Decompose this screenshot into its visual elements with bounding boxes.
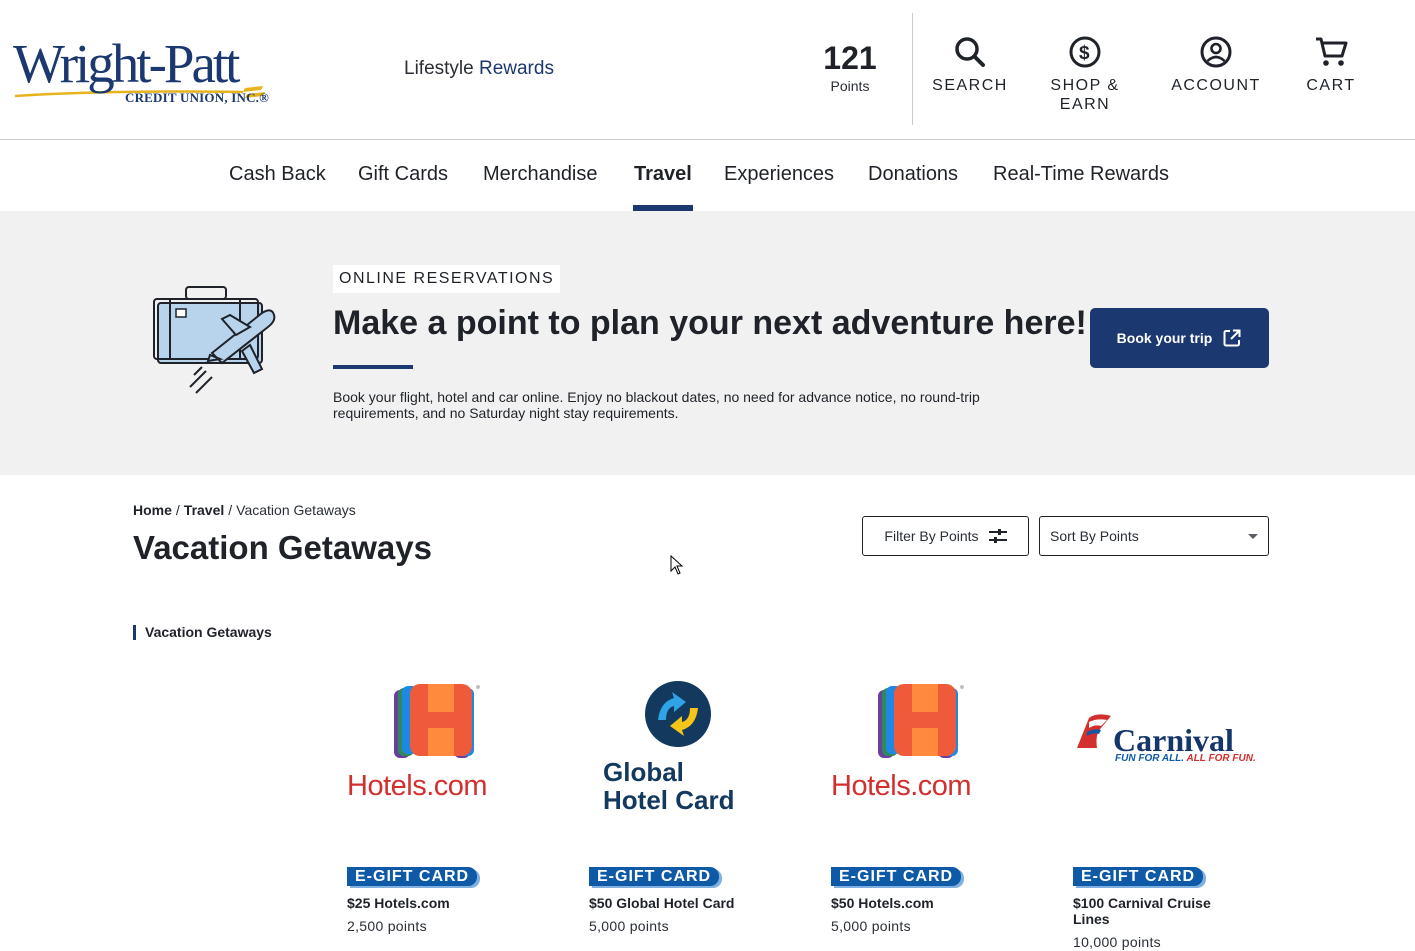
hotels-com-logo: Hotels.com [831,670,1031,845]
section-label: Vacation Getaways [133,625,272,640]
breadcrumb-home[interactable]: Home [133,502,172,518]
brand-logo[interactable]: Wright-Patt CREDIT UNION, INC.® [13,34,275,110]
program-name-word2: Rewards [478,58,554,79]
hotels-com-logo: Hotels.com [347,670,547,845]
category-experiences[interactable]: Experiences [724,163,834,186]
search-nav-label: SEARCH [932,77,1008,94]
carnival-tagline: FUN FOR ALL. ALL FOR FUN. [1115,753,1256,764]
mouse-cursor-icon [670,555,684,575]
cart-icon [1316,37,1348,66]
product-card[interactable]: Global Hotel Card E-GIFT CARD $50 Global… [589,670,789,951]
category-gift-cards[interactable]: Gift Cards [358,163,448,186]
product-name: $25 Hotels.com [347,895,450,911]
program-name-word1: Lifestyle [404,58,474,79]
shop-earn-line2: EARN [1059,96,1111,113]
category-travel[interactable]: Travel [634,163,692,186]
hotels-com-wordmark: Hotels.com [831,770,972,802]
shop-earn-line1: SHOP & [1050,77,1120,94]
e-gift-card-badge: E-GIFT CARD [347,867,478,886]
product-name: $50 Hotels.com [831,895,934,911]
program-name: Lifestyle Rewards [404,58,554,80]
product-points: 5,000 points [831,918,911,934]
book-your-trip-button[interactable]: Book your trip [1090,308,1269,368]
product-name: $100 Carnival Cruise Lines [1073,895,1211,927]
category-nav: Cash Back Gift Cards Merchandise Travel … [0,140,1415,211]
user-circle-icon [1200,36,1232,68]
breadcrumb-current: Vacation Getaways [236,502,356,518]
points-balance[interactable]: 121 Points [800,40,900,94]
account-nav-label: ACCOUNT [1171,77,1261,94]
hotels-h-icon [394,684,480,758]
product-points: 5,000 points [589,918,669,934]
shop-earn-nav-button[interactable]: $ SHOP & EARN [1040,34,1130,114]
ghc-word-line1: Global [603,757,684,787]
ghc-word-line2: Hotel Card [603,785,735,815]
account-nav-button[interactable]: ACCOUNT [1170,34,1262,95]
header-divider [912,13,913,125]
global-hotel-card-globe-icon [645,681,711,747]
product-points: 2,500 points [347,918,427,934]
site-header: Wright-Patt CREDIT UNION, INC.® Lifestyl… [0,0,1415,140]
banner-tag: ONLINE RESERVATIONS [333,265,561,293]
product-name: $50 Global Hotel Card [589,895,735,911]
e-gift-card-badge: E-GIFT CARD [1073,867,1204,886]
logo-wordmark: Wright-Patt [13,33,240,94]
sort-by-select[interactable]: Sort By Points [1039,516,1269,556]
category-donations[interactable]: Donations [868,163,958,186]
product-points: 10,000 points [1073,934,1161,950]
category-cash-back[interactable]: Cash Back [229,163,326,186]
hotels-com-wordmark: Hotels.com [347,770,488,802]
chevron-down-icon [1248,534,1258,539]
category-real-time-rewards[interactable]: Real-Time Rewards [993,163,1169,186]
suitcase-airplane-icon [153,286,276,394]
cart-nav-button[interactable]: CART [1300,34,1362,95]
banner-title-rule [333,365,413,369]
filter-label: Filter By Points [884,528,979,544]
product-card[interactable]: Hotels.com E-GIFT CARD $50 Hotels.com 5,… [831,670,1031,951]
carnival-tagline-part1: FUN FOR ALL. [1115,753,1185,764]
breadcrumb: Home / Travel / Vacation Getaways [133,502,356,518]
carnival-tagline-part2: ALL FOR FUN. [1184,753,1256,764]
external-link-icon [1223,329,1241,347]
category-merchandise[interactable]: Merchandise [483,163,598,186]
product-card[interactable]: Carnival FUN FOR ALL. ALL FOR FUN. E-GIF… [1073,670,1273,951]
e-gift-card-badge: E-GIFT CARD [589,867,720,886]
search-icon [955,37,985,67]
hotels-h-icon [878,684,964,758]
breadcrumb-separator: / [228,502,233,518]
book-your-trip-label: Book your trip [1116,330,1213,346]
sliders-icon [988,529,1007,543]
breadcrumb-separator: / [175,502,180,518]
product-card[interactable]: Hotels.com E-GIFT CARD $25 Hotels.com 2,… [347,670,547,951]
e-gift-card-badge: E-GIFT CARD [831,867,962,886]
filter-by-points-button[interactable]: Filter By Points [862,516,1029,556]
carnival-logo: Carnival FUN FOR ALL. ALL FOR FUN. [1073,670,1273,845]
points-value: 121 [823,40,877,76]
travel-banner: ONLINE RESERVATIONS Make a point to plan… [0,211,1415,475]
cart-nav-label: CART [1306,77,1356,94]
search-nav-button[interactable]: SEARCH [930,34,1010,95]
page-title: Vacation Getaways [133,529,432,566]
banner-description: Book your flight, hotel and car online. … [333,389,980,421]
points-label: Points [830,78,870,94]
dollar-circle-icon: $ [1069,36,1101,68]
banner-title: Make a point to plan your next adventure… [333,304,1087,342]
breadcrumb-travel[interactable]: Travel [184,502,224,518]
global-hotel-card-wordmark: Global Hotel Card [603,758,734,814]
shop-earn-nav-label: SHOP & EARN [1040,76,1130,114]
global-hotel-card-logo: Global Hotel Card [589,670,789,845]
logo-subtitle: CREDIT UNION, INC.® [125,90,270,105]
sort-selected-value: Sort By Points [1050,528,1139,544]
svg-text:$: $ [1079,43,1091,64]
